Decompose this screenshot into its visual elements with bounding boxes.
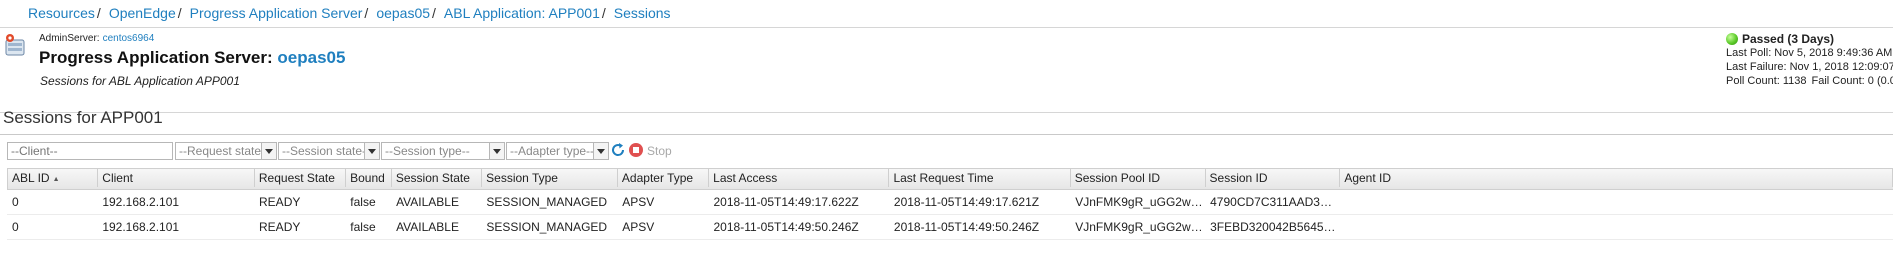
column-header-agent-id[interactable]: Agent ID: [1340, 169, 1893, 187]
breadcrumb-separator: /: [601, 5, 606, 21]
cell-abl-id: 0: [12, 195, 19, 209]
stop-button[interactable]: Stop: [647, 144, 672, 158]
breadcrumb: Resources / OpenEdge / Progress Application …: [0, 0, 1893, 27]
cell-session-id: 4790CD7C311AAD3D96AC...: [1210, 195, 1340, 209]
chevron-down-icon: [489, 143, 504, 159]
cell-client: 192.168.2.101: [102, 220, 180, 234]
cell-session-type: SESSION_MANAGED: [486, 195, 608, 209]
cell-client: 192.168.2.101: [102, 195, 180, 209]
breadcrumb-resources[interactable]: Resources: [28, 5, 95, 21]
breadcrumb-separator: /: [364, 5, 369, 21]
column-header-bound[interactable]: Bound: [346, 169, 392, 187]
cell-session-state: AVAILABLE: [396, 220, 459, 234]
session-state-value: --Session state--: [282, 144, 371, 158]
breadcrumb-sessions[interactable]: Sessions: [614, 5, 671, 21]
breadcrumb-openedge[interactable]: OpenEdge: [109, 5, 176, 21]
column-header-session-id[interactable]: Session ID: [1206, 169, 1341, 187]
cell-last-request-time: 2018-11-05T14:49:50.246Z: [893, 220, 1040, 234]
filter-toolbar: --Request state-- --Session state-- --Se…: [7, 142, 1893, 160]
server-icon: [5, 34, 25, 56]
resource-header: AdminServer: centos6964 Progress Applicat…: [0, 27, 1893, 113]
client-filter-input[interactable]: [7, 142, 173, 160]
fail-count: Fail Count: 0 (0.0: [1811, 75, 1893, 87]
table-row[interactable]: 0 192.168.2.101 READY false AVAILABLE SE…: [7, 215, 1893, 240]
cell-last-access: 2018-11-05T14:49:17.622Z: [713, 195, 859, 209]
page-subtitle: Sessions for ABL Application APP001: [40, 74, 240, 88]
last-failure: Last Failure: Nov 1, 2018 12:09:07: [1726, 61, 1893, 73]
chevron-down-icon: [593, 143, 608, 159]
breadcrumb-separator: /: [432, 5, 436, 21]
cell-session-id: 3FEBD320042B564584D6...: [1210, 220, 1340, 234]
cell-agent-id: [1340, 190, 1893, 214]
chevron-down-icon: [261, 143, 276, 159]
cell-session-pool-id: VJnFMK9gR_uGG2wBVH_...: [1075, 195, 1205, 209]
column-header-client[interactable]: Client: [98, 169, 255, 187]
refresh-icon[interactable]: [610, 142, 626, 158]
session-state-select[interactable]: --Session state--: [278, 142, 380, 160]
column-header-last-access[interactable]: Last Access: [709, 169, 890, 187]
section-title: Sessions for APP001: [3, 108, 163, 127]
status-label: Passed (3 Days): [1742, 32, 1835, 46]
cell-request-state: READY: [259, 195, 301, 209]
adapter-type-value: --Adapter type--: [510, 144, 595, 158]
session-type-value: --Session type--: [385, 144, 470, 158]
status-panel: Passed (3 Days) Last Poll: Nov 5, 2018 9…: [1724, 32, 1893, 88]
status-led-icon: [1726, 33, 1738, 45]
cell-bound: false: [350, 195, 376, 209]
cell-session-state: AVAILABLE: [396, 195, 459, 209]
breadcrumb-progress-application-server[interactable]: Progress Application Server: [190, 5, 363, 21]
section-divider: [0, 134, 1893, 135]
admin-server-label: AdminServer:: [39, 33, 100, 44]
breadcrumb-separator: /: [96, 5, 101, 21]
cell-session-pool-id: VJnFMK9gR_uGG2wBVH_...: [1075, 220, 1205, 234]
adapter-type-select[interactable]: --Adapter type--: [506, 142, 609, 160]
table-row[interactable]: 0 192.168.2.101 READY false AVAILABLE SE…: [7, 190, 1893, 215]
request-state-select[interactable]: --Request state--: [175, 142, 277, 160]
sessions-table: ABL ID ▲ Client Request State Bound Sessi…: [7, 168, 1893, 240]
chevron-down-icon: [364, 143, 379, 159]
request-state-value: --Request state--: [179, 144, 270, 158]
column-header-adapter-type[interactable]: Adapter Type: [618, 169, 710, 187]
session-type-select[interactable]: --Session type--: [381, 142, 505, 160]
page-title: Progress Application Server: oepas05: [39, 48, 345, 68]
column-header-session-pool-id[interactable]: Session Pool ID: [1071, 169, 1206, 187]
breadcrumb-abl-application[interactable]: ABL Application: APP001: [444, 5, 600, 21]
sort-ascending-icon: ▲: [52, 176, 60, 183]
poll-count: Poll Count: 1138: [1726, 75, 1807, 87]
column-header-last-request-time[interactable]: Last Request Time: [889, 169, 1071, 187]
column-header-abl-id[interactable]: ABL ID ▲: [8, 169, 99, 187]
cell-adapter-type: APSV: [622, 220, 655, 234]
column-header-session-state[interactable]: Session State: [392, 169, 483, 187]
page-title-prefix: Progress Application Server:: [39, 48, 273, 67]
breadcrumb-separator: /: [177, 5, 182, 21]
cell-bound: false: [350, 220, 376, 234]
cell-agent-id: [1340, 215, 1893, 239]
breadcrumb-oepas05[interactable]: oepas05: [376, 5, 430, 21]
table-header: ABL ID ▲ Client Request State Bound Sessi…: [7, 168, 1893, 190]
admin-server-host-link[interactable]: centos6964: [103, 33, 155, 44]
cell-last-access: 2018-11-05T14:49:50.246Z: [713, 220, 859, 234]
cell-request-state: READY: [259, 220, 301, 234]
cell-session-type: SESSION_MANAGED: [486, 220, 608, 234]
column-header-session-type[interactable]: Session Type: [482, 169, 618, 187]
last-poll: Last Poll: Nov 5, 2018 9:49:36 AM: [1726, 47, 1893, 59]
stop-icon[interactable]: [628, 142, 644, 158]
cell-abl-id: 0: [12, 220, 19, 234]
cell-last-request-time: 2018-11-05T14:49:17.621Z: [893, 195, 1040, 209]
cell-adapter-type: APSV: [622, 195, 655, 209]
admin-server-line: AdminServer: centos6964: [39, 33, 154, 44]
column-header-request-state[interactable]: Request State: [255, 169, 347, 187]
page-title-server-link[interactable]: oepas05: [277, 48, 345, 67]
